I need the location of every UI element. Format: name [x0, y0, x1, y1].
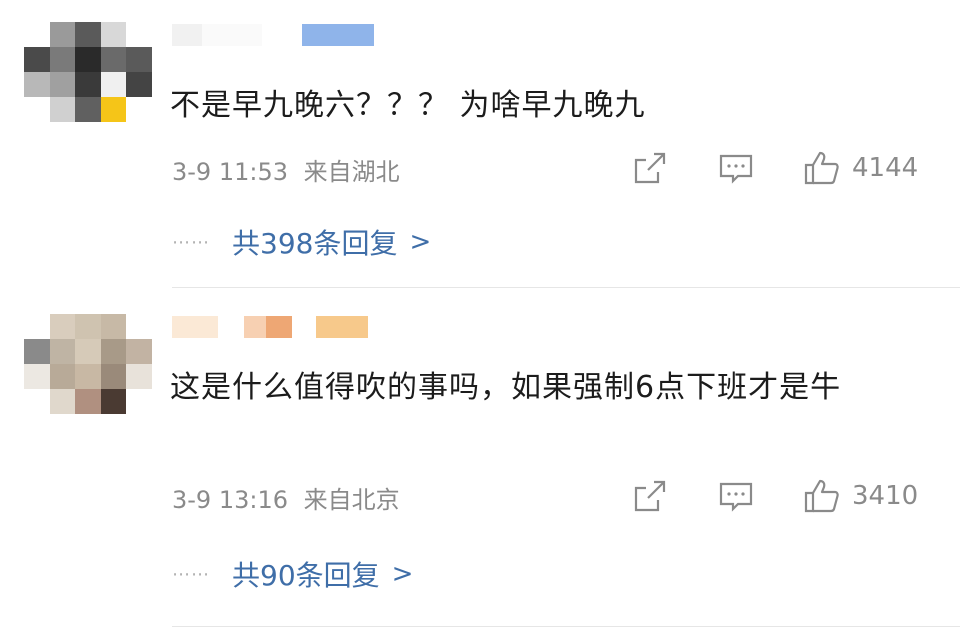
- comment-icon[interactable]: [716, 148, 756, 188]
- replies-label: 共398条回复: [232, 227, 398, 260]
- divider: [172, 626, 960, 627]
- comment-text: 不是早九晚六？？？ 为啥早九晚九: [170, 88, 646, 123]
- divider: [172, 287, 960, 288]
- comment-location: 来自湖北: [303, 158, 400, 186]
- avatar[interactable]: [24, 314, 152, 414]
- ellipsis-dots: ⋯⋯: [172, 563, 210, 585]
- comment-location: 来自北京: [303, 486, 400, 514]
- username-blurred[interactable]: [172, 316, 368, 338]
- view-replies-link[interactable]: ⋯⋯ 共90条回复 >: [172, 554, 413, 594]
- comment-meta: 3-9 13:16 来自北京: [172, 480, 400, 515]
- avatar[interactable]: [24, 22, 152, 122]
- comment-item: 这是什么值得吹的事吗，如果强制6点下班才是牛 3-9 13:16 来自北京 34…: [0, 292, 960, 631]
- comment-time: 3-9 13:16: [172, 486, 288, 514]
- view-replies-link[interactable]: ⋯⋯ 共398条回复 >: [172, 222, 431, 262]
- like-count: 4144: [852, 153, 919, 183]
- comment-time: 3-9 11:53: [172, 158, 288, 186]
- share-icon[interactable]: [630, 148, 670, 188]
- chevron-right-icon: >: [409, 227, 432, 257]
- chevron-right-icon: >: [391, 559, 414, 589]
- comment-text: 这是什么值得吹的事吗，如果强制6点下班才是牛: [170, 370, 842, 405]
- comment-actions: 4144: [630, 148, 918, 188]
- comment-item: 不是早九晚六？？？ 为啥早九晚九 3-9 11:53 来自湖北 4144 ⋯⋯ …: [0, 0, 960, 290]
- comment-actions: 3410: [630, 476, 918, 516]
- username-blurred[interactable]: [172, 24, 374, 46]
- comment-meta: 3-9 11:53 来自湖北: [172, 152, 400, 187]
- thumbs-up-icon[interactable]: [802, 148, 842, 188]
- like-count: 3410: [852, 481, 919, 511]
- share-icon[interactable]: [630, 476, 670, 516]
- comment-icon[interactable]: [716, 476, 756, 516]
- replies-label: 共90条回复: [232, 559, 380, 592]
- thumbs-up-icon[interactable]: [802, 476, 842, 516]
- ellipsis-dots: ⋯⋯: [172, 231, 210, 253]
